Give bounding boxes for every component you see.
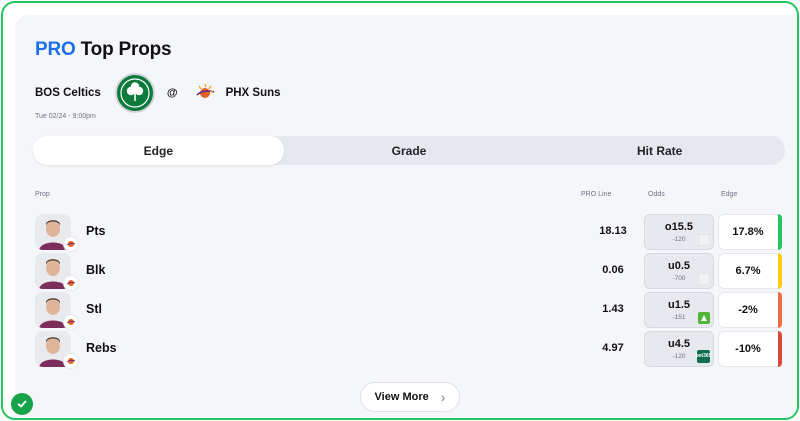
odds-line: u1.5 [667,299,690,311]
book-blank-icon [698,234,710,246]
tab-grade[interactable]: Grade [284,136,535,165]
title-rest: Top Props [80,39,172,60]
check-circle-icon [11,393,33,415]
prop-row[interactable]: Blk 0.06 u0.5 -700 6.7% [35,253,787,291]
prop-row[interactable]: Rebs 4.97 u4.5 -120 bet365 -10% [35,331,787,369]
edge-cell: -10% [718,331,782,367]
draftkings-icon [698,312,710,324]
prop-label: Blk [86,263,106,277]
odds-line: o15.5 [664,221,694,233]
odds-button[interactable]: u4.5 -120 bet365 [644,331,714,367]
home-team-name: BOS Celtics [35,87,101,99]
suns-logo-icon [194,82,216,104]
book-blank-icon [698,273,710,285]
odds-line: u4.5 [667,338,690,350]
suns-badge-icon [63,236,79,252]
top-props-card: PRO Top Props BOS Celtics @ PHX Suns Tue… [15,15,797,418]
edge-cell: 17.8% [718,214,782,250]
pro-line-value: 4.97 [602,342,624,354]
view-more-button[interactable]: View More › [360,382,460,412]
tab-hit-rate[interactable]: Hit Rate [534,136,785,165]
tab-edge[interactable]: Edge [33,136,284,165]
column-header-prop: Prop [35,191,50,198]
view-more-label: View More [374,391,429,403]
pro-line-value: 18.13 [599,225,627,237]
prop-row[interactable]: Stl 1.43 u1.5 -151 -2% [35,292,787,330]
prop-label: Pts [86,224,106,238]
prop-row[interactable]: Pts 18.13 o15.5 -120 17.8% [35,214,787,252]
column-header-edge: Edge [721,191,738,198]
chevron-right-icon: › [440,389,446,405]
edge-value: -2% [738,304,758,316]
bet365-icon: bet365 [696,350,711,363]
prop-label: Stl [86,302,102,316]
edge-indicator-bar [778,292,782,328]
prop-label: Rebs [86,341,117,355]
away-team-name: PHX Suns [225,87,281,99]
edge-cell: -2% [718,292,782,328]
odds-button[interactable]: u0.5 -700 [644,253,714,289]
pro-line-value: 1.43 [602,303,624,315]
column-header-odds: Odds [648,191,665,198]
odds-button[interactable]: o15.5 -120 [644,214,714,250]
edge-indicator-bar [778,214,782,250]
suns-badge-icon [63,353,79,369]
widget-frame: PRO Top Props BOS Celtics @ PHX Suns Tue… [1,1,799,420]
edge-cell: 6.7% [718,253,782,289]
edge-value: -10% [735,343,761,355]
sort-tabs: Edge Grade Hit Rate [33,136,785,165]
edge-indicator-bar [778,331,782,367]
suns-badge-icon [63,314,79,330]
pro-line-value: 0.06 [602,264,624,276]
column-header-pro-line: PRO Line [581,191,612,198]
title-pro: PRO [35,39,76,60]
edge-value: 17.8% [732,226,764,238]
page-title: PRO Top Props [35,39,172,61]
edge-indicator-bar [778,253,782,289]
matchup-at: @ [166,87,178,99]
odds-button[interactable]: u1.5 -151 [644,292,714,328]
game-datetime: Tue 02/24 - 9:00pm [35,113,96,120]
odds-line: u0.5 [667,260,690,272]
edge-value: 6.7% [735,265,761,277]
suns-badge-icon [63,275,79,291]
matchup-header: BOS Celtics @ PHX Suns [35,71,281,115]
celtics-logo-icon [114,73,155,113]
